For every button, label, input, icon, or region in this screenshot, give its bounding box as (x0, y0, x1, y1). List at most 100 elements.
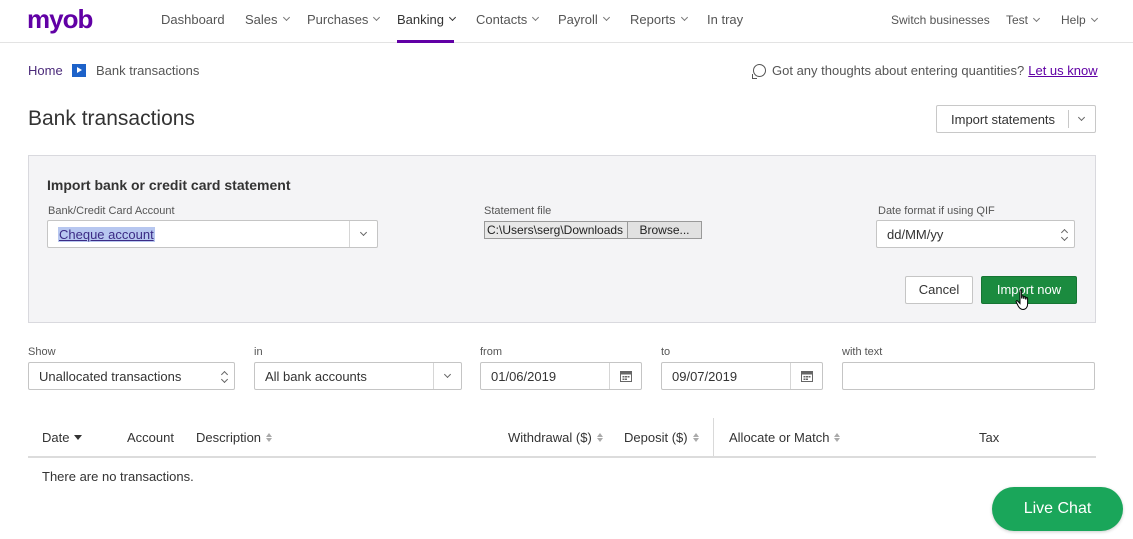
chevron-down-icon (373, 13, 381, 22)
from-date-input[interactable]: 01/06/2019 (480, 362, 642, 390)
account-filter-value: All bank accounts (265, 368, 367, 384)
column-tax: Tax (979, 430, 999, 445)
statement-file-label: Statement file (484, 205, 552, 217)
account-filter-select[interactable]: All bank accounts (254, 362, 462, 390)
active-nav-indicator (397, 40, 454, 43)
nav-label: Dashboard (161, 11, 225, 27)
nav-in-tray[interactable]: In tray (707, 11, 743, 27)
chevron-down-icon[interactable] (1077, 113, 1086, 122)
nav-label: Sales (245, 11, 278, 27)
sort-icon (266, 433, 273, 442)
breadcrumb-current: Bank transactions (96, 63, 200, 78)
feedback-link[interactable]: Let us know (1028, 63, 1097, 78)
nav-label: Reports (630, 11, 676, 27)
table-header-rule (28, 456, 1096, 458)
from-date-value: 01/06/2019 (491, 368, 557, 384)
column-label: Allocate or Match (729, 430, 830, 445)
cancel-button[interactable]: Cancel (905, 276, 973, 304)
file-path: C:\Users\serg\Downloads (487, 223, 624, 237)
nav-label: Contacts (476, 11, 528, 27)
account-filter-toggle[interactable] (433, 363, 461, 389)
feedback-prompt: Got any thoughts about entering quantiti… (752, 63, 1098, 79)
column-divider (713, 418, 714, 456)
hand-cursor-icon (1015, 289, 1029, 311)
column-deposit[interactable]: Deposit ($) (624, 430, 699, 445)
sort-icon (692, 433, 699, 442)
column-label: Tax (979, 430, 1000, 445)
feedback-text: Got any thoughts about entering quantiti… (772, 63, 1025, 78)
browse-button[interactable]: Browse... (627, 222, 701, 238)
column-description[interactable]: Description (196, 430, 273, 445)
chevron-down-icon (359, 228, 368, 237)
top-navigation: myob Dashboard Sales Purchases Banking C… (0, 0, 1133, 43)
to-date-input[interactable]: 09/07/2019 (661, 362, 823, 390)
nav-label: Help (1061, 13, 1086, 27)
show-label: Show (28, 346, 56, 358)
chevron-down-icon (1090, 14, 1098, 23)
chevron-down-icon (1032, 14, 1041, 23)
statement-file-input[interactable]: C:\Users\serg\Downloads Browse... (484, 221, 702, 239)
chevron-down-icon (532, 13, 540, 22)
empty-table-message: There are no transactions. (42, 469, 194, 484)
column-withdrawal[interactable]: Withdrawal ($) (508, 430, 603, 445)
from-label: from (480, 346, 502, 358)
to-date-value: 09/07/2019 (672, 368, 738, 384)
column-date[interactable]: Date (42, 430, 83, 445)
date-format-select[interactable]: dd/MM/yy (876, 220, 1075, 248)
nav-label: Purchases (307, 11, 369, 27)
with-text-input[interactable] (842, 362, 1095, 390)
sort-icon (596, 433, 603, 442)
page-title: Bank transactions (28, 107, 195, 130)
speech-bubble-icon (752, 64, 766, 79)
import-statements-label: Import statements (951, 111, 1056, 127)
nav-label: Payroll (558, 11, 598, 27)
chevron-down-icon (448, 13, 457, 22)
import-statements-button[interactable]: Import statements (936, 105, 1096, 133)
help-menu[interactable]: Help (1061, 12, 1098, 28)
date-format-value: dd/MM/yy (887, 226, 944, 242)
myob-logo[interactable]: myob (27, 4, 93, 35)
nav-banking[interactable]: Banking (397, 11, 457, 27)
nav-payroll[interactable]: Payroll (558, 11, 610, 27)
chevron-down-icon (602, 13, 610, 22)
import-statement-panel: Import bank or credit card statement Ban… (28, 155, 1096, 323)
nav-sales[interactable]: Sales (245, 11, 290, 27)
account-dropdown-toggle[interactable] (349, 221, 377, 247)
user-menu[interactable]: Test (1006, 12, 1041, 28)
column-account: Account (127, 430, 174, 445)
nav-dashboard[interactable]: Dashboard (161, 11, 225, 27)
account-select-value: Cheque account (48, 226, 349, 242)
in-label: in (254, 346, 263, 358)
live-chat-button[interactable]: Live Chat (992, 487, 1123, 531)
button-divider (1068, 110, 1069, 128)
column-label: Deposit ($) (624, 430, 688, 445)
breadcrumb-arrow-icon (72, 64, 86, 77)
with-text-label: with text (842, 346, 883, 358)
up-down-arrows-icon (214, 370, 234, 384)
chevron-down-icon (680, 13, 688, 22)
breadcrumb-home[interactable]: Home (28, 63, 63, 78)
column-label: Description (196, 430, 262, 445)
nav-reports[interactable]: Reports (630, 11, 688, 27)
show-select[interactable]: Unallocated transactions (28, 362, 235, 390)
calendar-icon[interactable] (609, 363, 641, 389)
nav-label: Test (1006, 13, 1029, 27)
calendar-icon[interactable] (790, 363, 822, 389)
chevron-down-icon (443, 370, 452, 379)
account-select[interactable]: Cheque account (47, 220, 378, 248)
up-down-arrows-icon (1054, 228, 1074, 242)
account-selected-text: Cheque account (58, 226, 155, 242)
sort-descending-icon (74, 435, 83, 440)
column-allocate-or-match[interactable]: Allocate or Match (729, 430, 841, 445)
account-label: Bank/Credit Card Account (48, 205, 175, 217)
date-format-label: Date format if using QIF (878, 205, 995, 217)
column-label: Account (127, 430, 174, 445)
show-select-value: Unallocated transactions (39, 368, 182, 384)
nav-label: Switch businesses (891, 13, 990, 27)
column-label: Date (42, 430, 70, 445)
switch-businesses-link[interactable]: Switch businesses (891, 12, 990, 28)
nav-contacts[interactable]: Contacts (476, 11, 540, 27)
nav-purchases[interactable]: Purchases (307, 11, 381, 27)
to-label: to (661, 346, 671, 358)
chevron-down-icon (282, 13, 290, 22)
